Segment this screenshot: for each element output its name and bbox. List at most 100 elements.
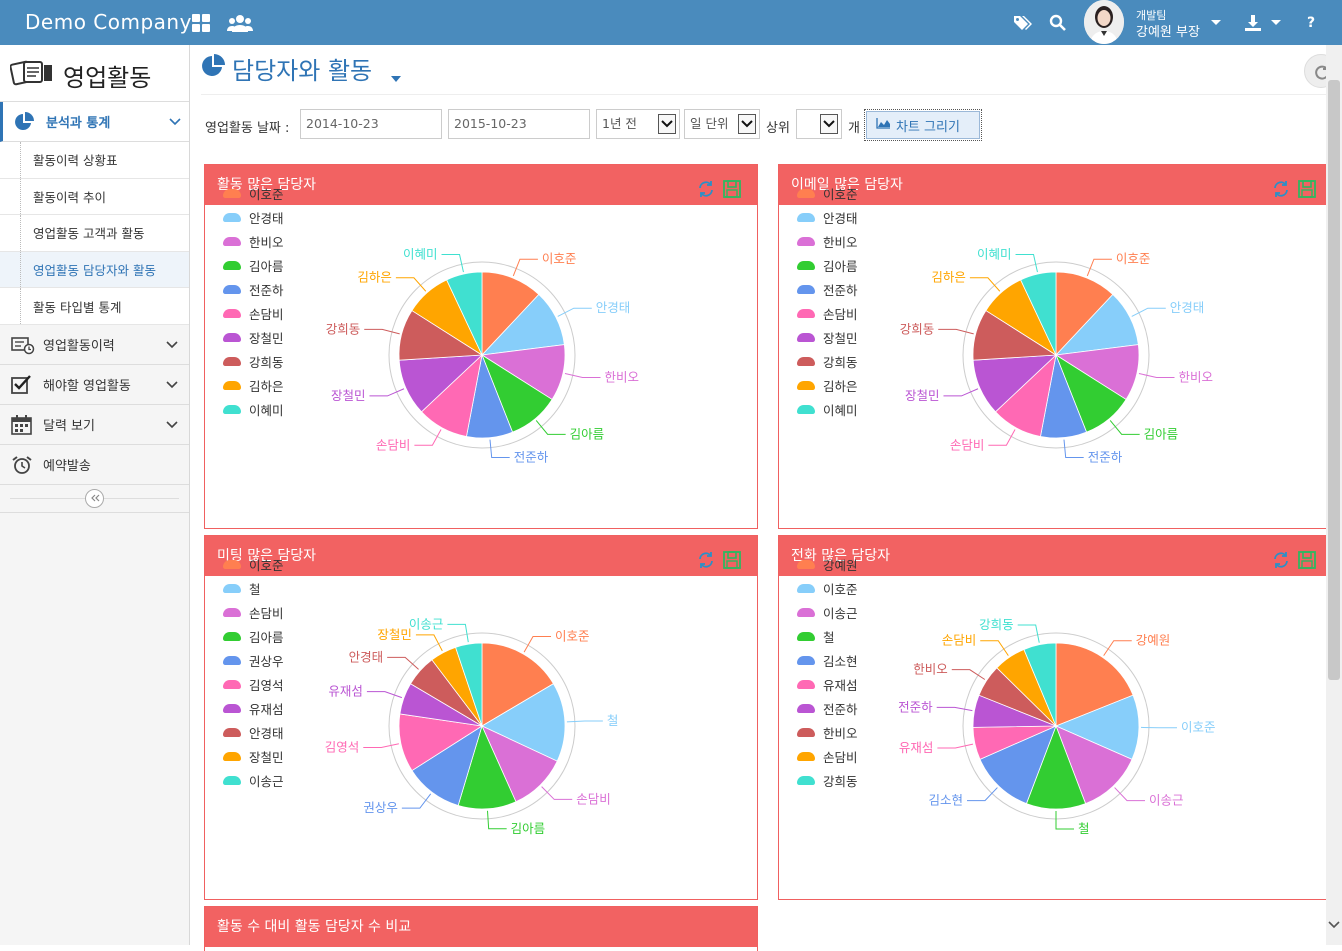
search-icon[interactable]	[1047, 12, 1069, 34]
legend-item[interactable]: 이호준	[223, 552, 284, 576]
pie-leader-line	[943, 389, 978, 396]
pie-slice-label: 강희동	[979, 617, 1014, 632]
chevron-down-icon[interactable]	[1209, 12, 1223, 34]
chevron-down-icon	[820, 114, 838, 134]
pie-leader-line	[952, 670, 985, 680]
pie-leader-line	[1064, 440, 1084, 458]
pie-leader-line	[524, 637, 551, 653]
pie-slice-label: 철	[1078, 821, 1090, 836]
pie-slice-label: 손담비	[576, 791, 611, 806]
tags-icon[interactable]	[1012, 12, 1034, 34]
sales-activity-icon	[10, 57, 54, 91]
legend-item[interactable]: 이호준	[223, 181, 284, 205]
pie-slice-label: 안경태	[596, 300, 631, 315]
chart-tools	[697, 180, 741, 202]
pie-slice-label: 한비오	[605, 369, 640, 384]
chevron-down-icon[interactable]	[1269, 12, 1283, 34]
pie-leader-line	[1087, 259, 1112, 276]
sidebar: 영업활동 분석과 통계 활동이력 상황표 활동이력 추이 영업활동 고객과 활동…	[0, 45, 190, 945]
pie-slice-label: 김영석	[325, 740, 360, 755]
sidebar-item-manager-activity[interactable]: 영업활동 담당자와 활동	[0, 252, 189, 289]
chart-panel-email: 이메일 많은 담당자 이호준안경태한비오김아름전준하손담비장철민강희동김하은이혜…	[778, 164, 1326, 529]
chevron-down-icon[interactable]	[1328, 915, 1340, 934]
page-title: 담당자와 활동	[232, 51, 372, 86]
legend-item[interactable]: 이호준	[797, 181, 858, 205]
history-list-icon	[11, 335, 33, 355]
pie-leader-line	[937, 707, 973, 710]
pie-slice-label: 장철민	[331, 388, 366, 403]
refresh-icon[interactable]	[697, 180, 715, 202]
save-icon[interactable]	[723, 180, 741, 202]
chevron-down-icon	[738, 114, 756, 134]
pie-slice-label: 손담비	[376, 437, 411, 452]
pie-slice-label: 이혜미	[403, 246, 438, 261]
pie-leader-line	[1139, 374, 1175, 378]
pie-slice-label: 장철민	[377, 627, 412, 642]
help-icon[interactable]: ?	[1304, 12, 1318, 34]
refresh-icon[interactable]	[697, 551, 715, 573]
chart-panel-meeting: 미팅 많은 담당자 이호준철손담비김아름권상우김영석유재섬안경태장철민이송근 이…	[204, 535, 758, 900]
sidebar-section-todo[interactable]: 해야할 영업활동	[0, 365, 189, 405]
chevron-down-icon	[166, 378, 178, 393]
pie-leader-line	[363, 744, 399, 748]
double-chevron-left-icon[interactable]	[85, 489, 104, 508]
legend-swatch	[223, 560, 241, 569]
pie-leader-line	[364, 329, 399, 333]
date-label: 영업활동 날짜 :	[205, 117, 289, 136]
pie-slice-label: 전준하	[514, 450, 549, 465]
sidebar-section-label: 분석과 통계	[46, 112, 110, 131]
save-icon[interactable]	[723, 551, 741, 573]
pie-leader-line	[565, 374, 601, 378]
pie-slice-label: 김하은	[357, 270, 392, 285]
legend-swatch	[797, 560, 815, 569]
sidebar-collapse	[0, 485, 189, 513]
sidebar-item-customer-activity[interactable]: 영업활동 고객과 활동	[0, 215, 189, 252]
refresh-icon[interactable]	[1272, 551, 1290, 573]
top-count-select[interactable]	[796, 109, 842, 139]
pie-slice-label: 이호준	[542, 251, 577, 266]
panel-title: 이메일 많은 담당자	[779, 165, 1326, 205]
legend-label: 이호준	[823, 184, 858, 203]
brand-name[interactable]: Demo Company	[25, 10, 192, 34]
save-icon[interactable]	[1298, 180, 1316, 202]
chevron-down-icon	[658, 114, 676, 134]
sidebar-section-history[interactable]: 영업활동이력	[0, 325, 189, 365]
pie-slice-label: 안경태	[1170, 300, 1205, 315]
date-from-input[interactable]: 2014-10-23	[300, 109, 442, 139]
unit-select[interactable]: 일 단위	[684, 109, 760, 139]
chevron-down-icon	[166, 418, 178, 433]
sidebar-section-scheduled-send[interactable]: 예약발송	[0, 445, 189, 485]
pie-slice-label: 전준하	[898, 699, 933, 714]
sidebar-header: 영업활동	[0, 45, 189, 102]
scrollbar-thumb[interactable]	[1328, 80, 1340, 680]
pie-chart-icon	[14, 112, 36, 132]
sidebar-item-activity-status[interactable]: 활동이력 상황표	[0, 142, 189, 179]
pie-leader-line	[416, 635, 442, 651]
title-dropdown-icon[interactable]	[391, 67, 401, 86]
pie-slice-label: 강희동	[900, 321, 935, 336]
user-name[interactable]: 강예원 부장	[1136, 21, 1200, 40]
draw-chart-button[interactable]: 차트 그리기	[864, 109, 982, 141]
panel-title: 전화 많은 담당자	[779, 536, 1326, 576]
pie-leader-line	[488, 811, 507, 829]
download-icon[interactable]	[1242, 12, 1264, 34]
sidebar-section-calendar[interactable]: 달력 보기	[0, 405, 189, 445]
date-to-input[interactable]: 2015-10-23	[448, 109, 590, 139]
pie-slice-label: 김아름	[1144, 426, 1179, 441]
legend-item[interactable]: 강예원	[797, 552, 858, 576]
grid-icon[interactable]	[190, 12, 212, 34]
sidebar-item-type-stats[interactable]: 활동 타입별 통계	[0, 288, 189, 325]
users-icon[interactable]	[227, 12, 253, 34]
avatar[interactable]	[1084, 0, 1124, 44]
sidebar-section-analysis[interactable]: 분석과 통계	[0, 102, 189, 142]
pie-leader-line	[567, 721, 603, 722]
refresh-icon[interactable]	[1272, 180, 1290, 202]
legend-label: 이호준	[249, 184, 284, 203]
pie-slice-label: 이호준	[555, 629, 590, 644]
calendar-icon	[11, 415, 33, 435]
period-select[interactable]: 1년 전	[596, 109, 680, 139]
pie-slice-label: 한비오	[913, 662, 948, 677]
panel-title: 미팅 많은 담당자	[205, 536, 757, 576]
sidebar-item-activity-trend[interactable]: 활동이력 추이	[0, 179, 189, 216]
save-icon[interactable]	[1298, 551, 1316, 573]
